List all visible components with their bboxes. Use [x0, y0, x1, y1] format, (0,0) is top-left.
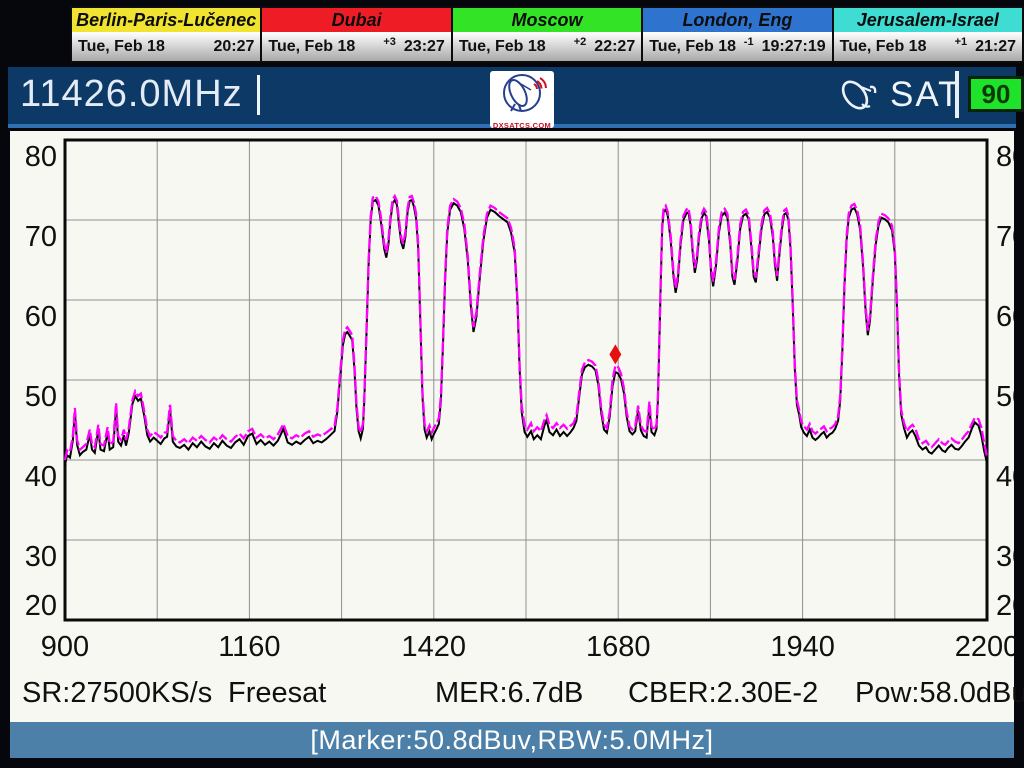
clock-city-label: London, Eng	[643, 8, 831, 32]
clock-time: 21:27	[975, 38, 1016, 56]
clock-time-row: Tue, Feb 18+3 23:27	[262, 32, 450, 61]
clock-time: 19:27:19	[762, 38, 826, 56]
svg-text:1420: 1420	[402, 631, 467, 663]
clock-time: 20:27	[213, 38, 254, 56]
svg-text:2200: 2200	[955, 631, 1014, 663]
clock-cell: Moscow Tue, Feb 18+2 22:27	[453, 8, 641, 61]
svg-text:30: 30	[25, 541, 57, 573]
clock-utc-offset: +1	[955, 36, 968, 48]
clock-cell: Dubai Tue, Feb 18+3 23:27	[262, 8, 450, 61]
marker-diamond	[609, 344, 621, 364]
clock-city-label: Moscow	[453, 8, 641, 32]
logo-caption: DXSATCS.COM	[490, 121, 554, 131]
svg-text:1680: 1680	[586, 631, 651, 663]
status-row: SR:27500KS/s Freesat MER:6.7dB CBER:2.30…	[10, 677, 1014, 715]
sat-group: SAT 90	[828, 67, 1016, 124]
clock-time-row: Tue, Feb 18+2 22:27	[453, 32, 641, 61]
svg-text:80: 80	[25, 141, 57, 173]
svg-text:50: 50	[25, 381, 57, 413]
clock-utc-offset: -1	[744, 36, 754, 48]
svg-text:70: 70	[996, 221, 1014, 253]
marker-text: [Marker:50.8dBuv,RBW:5.0MHz]	[310, 725, 713, 755]
clock-time: 23:27	[404, 38, 445, 56]
clock-time-row: Tue, Feb 18+1 21:27	[834, 32, 1022, 61]
svg-text:900: 900	[41, 631, 89, 663]
svg-text:70: 70	[25, 221, 57, 253]
svg-text:40: 40	[25, 461, 57, 493]
analyzer-screen: Berlin-Paris-Lučenec Tue, Feb 18 20:27 Duba…	[0, 0, 1024, 768]
marker-bar: [Marker:50.8dBuv,RBW:5.0MHz]	[10, 722, 1014, 758]
sat-number-badge[interactable]: 90	[968, 76, 1024, 112]
frequency-value: 11426.0MHz	[20, 73, 243, 116]
cber-text: CBER:2.30E-2	[628, 677, 818, 710]
clock-time-row: Tue, Feb 18-1 19:27:19	[643, 32, 831, 61]
satellite-logo-icon	[490, 71, 554, 116]
clock-date: Tue, Feb 18	[459, 38, 574, 56]
chart-area: 80 80 70 70 60 60 50 50 40 40 30 30 20 20 900 1160 1420 1…	[10, 131, 1014, 722]
sat-label[interactable]: SAT	[890, 75, 961, 115]
world-clock-bar: Berlin-Paris-Lučenec Tue, Feb 18 20:27 Duba…	[70, 6, 1024, 63]
mer-text: MER:6.7dB	[435, 677, 583, 710]
svg-text:20: 20	[25, 590, 57, 622]
clock-cell: Berlin-Paris-Lučenec Tue, Feb 18 20:27	[72, 8, 260, 61]
svg-text:60: 60	[25, 301, 57, 333]
clock-time: 22:27	[594, 38, 635, 56]
symbol-rate-text: SR:27500KS/s	[22, 677, 212, 710]
header-divider	[955, 71, 959, 118]
clock-date: Tue, Feb 18	[268, 38, 383, 56]
svg-text:1160: 1160	[218, 631, 280, 663]
provider-text: Freesat	[228, 677, 326, 710]
satellite-dish-icon	[836, 74, 884, 116]
svg-text:1940: 1940	[770, 631, 835, 663]
svg-text:20: 20	[996, 590, 1014, 622]
clock-utc-offset: +3	[383, 36, 396, 48]
svg-text:80: 80	[996, 141, 1014, 173]
svg-text:60: 60	[996, 301, 1014, 333]
clock-city-label: Berlin-Paris-Lučenec	[72, 8, 260, 32]
svg-text:40: 40	[996, 461, 1014, 493]
clock-cell: London, Eng Tue, Feb 18-1 19:27:19	[643, 8, 831, 61]
svg-text:50: 50	[996, 381, 1014, 413]
clock-cell: Jerusalem-Israel Tue, Feb 18+1 21:27	[834, 8, 1022, 61]
header-bar: 11426.0MHz DXSATCS.COM	[8, 67, 1016, 128]
power-text: Pow:58.0dBuV	[855, 677, 1024, 710]
clock-date: Tue, Feb 18	[78, 38, 205, 56]
spectrum-plot: 80 80 70 70 60 60 50 50 40 40 30 30 20 20 900 1160 1420 1…	[10, 131, 1014, 676]
frequency-input[interactable]: 11426.0MHz	[20, 73, 260, 116]
clock-date: Tue, Feb 18	[649, 38, 744, 56]
dxsatcs-logo: DXSATCS.COM	[490, 71, 554, 128]
clock-city-label: Dubai	[262, 8, 450, 32]
text-cursor	[257, 75, 260, 115]
clock-utc-offset: +2	[574, 36, 587, 48]
clock-city-label: Jerusalem-Israel	[834, 8, 1022, 32]
clock-time-row: Tue, Feb 18 20:27	[72, 32, 260, 61]
svg-text:30: 30	[996, 541, 1014, 573]
clock-date: Tue, Feb 18	[840, 38, 955, 56]
